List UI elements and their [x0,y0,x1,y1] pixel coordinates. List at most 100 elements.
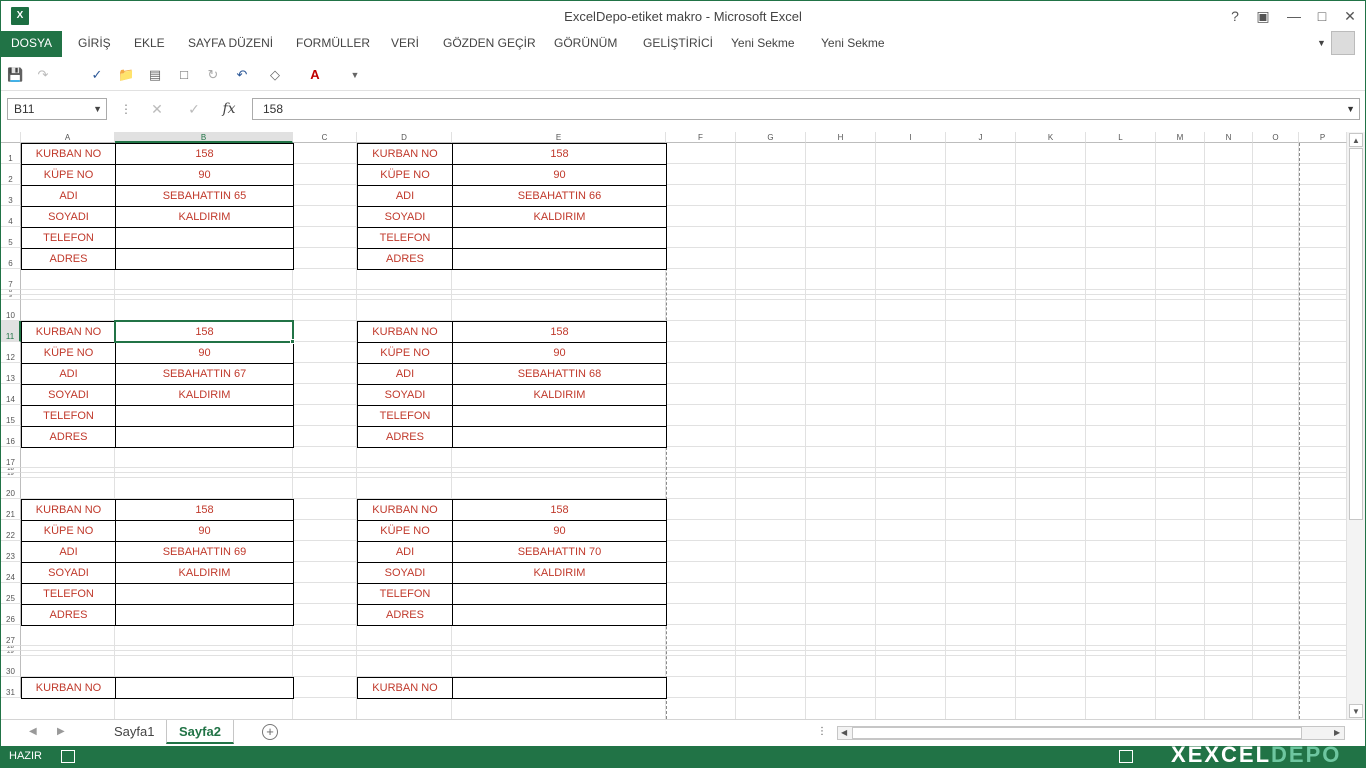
row-header-26[interactable]: 26 [1,604,21,625]
value-cell[interactable] [452,227,667,249]
add-sheet-button[interactable]: + [262,724,278,740]
label-cell[interactable]: TELEFON [21,405,116,427]
column-header-i[interactable]: I [876,132,946,143]
value-cell[interactable] [452,583,667,605]
row-header-13[interactable]: 13 [1,363,21,384]
account-dropdown-icon[interactable]: ▼ [1317,31,1326,57]
value-cell[interactable]: SEBAHATTIN 68 [452,363,667,385]
print-preview-icon[interactable]: ▤ [147,67,163,83]
value-cell[interactable]: KALDIRIM [115,562,294,584]
value-cell[interactable]: 90 [115,342,294,364]
maximize-button[interactable]: □ [1309,5,1335,27]
label-cell[interactable]: KÜPE NO [21,342,116,364]
formula-expand-icon[interactable]: ▼ [1346,99,1355,119]
label-cell[interactable]: ADRES [21,248,116,270]
column-header-f[interactable]: F [666,132,736,143]
label-cell[interactable]: ADRES [357,426,453,448]
value-cell[interactable]: KALDIRIM [115,206,294,228]
label-cell[interactable]: KURBAN NO [21,499,116,521]
close-button[interactable]: ✕ [1337,5,1363,27]
row-header-10[interactable]: 10 [1,300,21,321]
column-header-p[interactable]: P [1299,132,1347,143]
worksheet-grid[interactable]: A B C D E F G H I J K L M N O P 1 2 3 4 5 6 7 8 9 10 11 12 13 14 15 16 1… [1,132,1347,719]
tab-split-grip-icon[interactable]: ⋮ [817,726,827,737]
value-cell[interactable]: 158 [452,143,667,165]
label-cell[interactable]: SOYADI [21,384,116,406]
value-cell[interactable] [115,405,294,427]
column-header-n[interactable]: N [1205,132,1253,143]
column-header-a[interactable]: A [21,132,115,143]
label-cell[interactable]: KÜPE NO [357,164,453,186]
value-cell[interactable]: SEBAHATTIN 70 [452,541,667,563]
scroll-right-icon[interactable]: ▶ [1334,728,1340,737]
label-cell[interactable]: KURBAN NO [21,143,116,165]
row-header-23[interactable]: 23 [1,541,21,562]
value-cell[interactable] [115,227,294,249]
row-header-3[interactable]: 3 [1,185,21,206]
row-header-6[interactable]: 6 [1,248,21,269]
label-cell[interactable]: KURBAN NO [357,677,453,699]
label-cell[interactable]: KURBAN NO [357,321,453,343]
label-cell[interactable]: KÜPE NO [21,164,116,186]
column-header-m[interactable]: M [1156,132,1205,143]
label-cell[interactable]: TELEFON [357,583,453,605]
spelling-icon[interactable]: ✓ [89,67,105,83]
sheet-prev-icon[interactable]: ◀ [29,726,37,737]
label-cell[interactable]: KURBAN NO [21,321,116,343]
redo-icon[interactable]: ↷ [35,67,51,83]
column-header-c[interactable]: C [293,132,357,143]
label-cell[interactable]: KÜPE NO [357,520,453,542]
value-cell[interactable]: 158 [115,499,294,521]
row-header-14[interactable]: 14 [1,384,21,405]
label-cell[interactable]: ADRES [21,426,116,448]
column-header-g[interactable]: G [736,132,806,143]
label-cell[interactable]: TELEFON [21,227,116,249]
row-header-12[interactable]: 12 [1,342,21,363]
row-header-16[interactable]: 16 [1,426,21,447]
cancel-entry-icon[interactable]: ✕ [142,98,172,120]
row-header-20[interactable]: 20 [1,478,21,499]
label-cell[interactable]: ADRES [357,248,453,270]
undo-icon[interactable]: ↶ [234,67,250,83]
label-cell[interactable]: TELEFON [357,405,453,427]
row-header-7[interactable]: 7 [1,269,21,290]
horizontal-scroll-thumb[interactable] [852,727,1302,739]
value-cell[interactable] [115,426,294,448]
value-cell[interactable] [115,677,294,699]
value-cell[interactable]: KALDIRIM [452,206,667,228]
tab-gorunum[interactable]: GÖRÜNÜM [554,31,617,57]
minimize-button[interactable]: — [1281,5,1307,27]
value-cell[interactable] [452,604,667,626]
value-cell[interactable]: 90 [115,164,294,186]
horizontal-scrollbar[interactable]: ◀ ▶ [837,726,1345,740]
column-header-j[interactable]: J [946,132,1016,143]
row-header-30[interactable]: 30 [1,656,21,677]
row-header-5[interactable]: 5 [1,227,21,248]
label-cell[interactable]: TELEFON [21,583,116,605]
help-button[interactable]: ? [1222,5,1248,27]
column-header-o[interactable]: O [1253,132,1299,143]
normal-view-icon[interactable] [1119,750,1133,763]
user-avatar[interactable] [1331,31,1355,55]
vertical-scroll-thumb[interactable] [1349,148,1363,520]
label-cell[interactable]: SOYADI [357,206,453,228]
open-folder-icon[interactable]: 📁 [118,67,134,83]
scroll-up-icon[interactable]: ▲ [1349,133,1363,147]
tab-gozden-gecir[interactable]: GÖZDEN GEÇİR [443,31,536,57]
customize-toolbar-icon[interactable]: ▼ [347,67,363,83]
insert-function-button[interactable]: fx [214,98,244,120]
label-cell[interactable]: KURBAN NO [21,677,116,699]
label-cell[interactable]: SOYADI [357,562,453,584]
value-cell[interactable]: KALDIRIM [452,384,667,406]
row-header-1[interactable]: 1 [1,143,21,164]
refresh-icon[interactable]: ↻ [205,67,221,83]
name-box-dropdown-icon[interactable]: ▼ [93,99,102,119]
value-cell[interactable] [452,248,667,270]
new-document-icon[interactable]: □ [176,67,192,83]
value-cell[interactable] [452,426,667,448]
row-header-31[interactable]: 31 [1,677,21,698]
confirm-entry-icon[interactable]: ✓ [179,98,209,120]
value-cell[interactable]: 90 [452,342,667,364]
tab-dosya[interactable]: DOSYA [1,31,62,57]
formula-input[interactable]: 158 ▼ [252,98,1360,120]
